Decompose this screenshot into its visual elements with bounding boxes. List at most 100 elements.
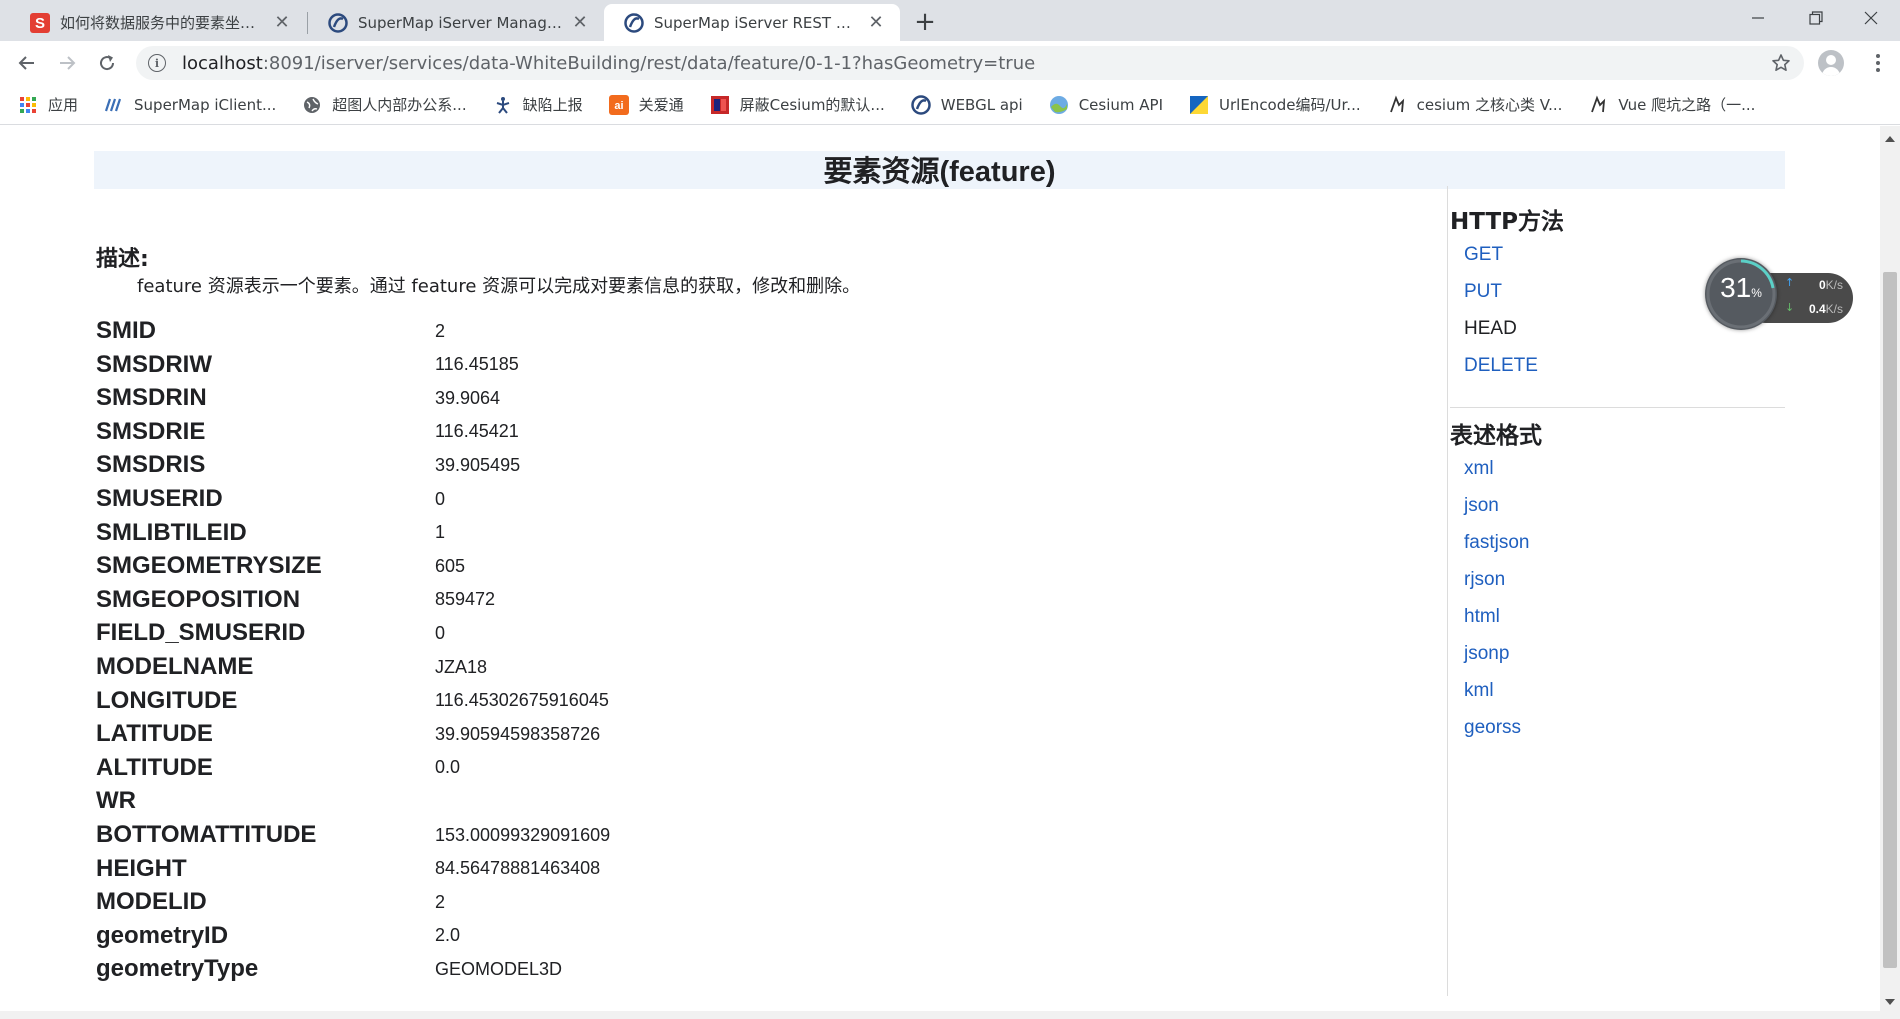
bookmark-urlencode[interactable]: UrlEncode编码/Ur... [1189, 94, 1361, 115]
juejin-icon [1588, 95, 1608, 115]
maximize-button[interactable] [1787, 0, 1845, 36]
field-row: BOTTOMATTITUDE 153.00099329091609 [96, 820, 610, 850]
field-row: ALTITUDE 0.0 [96, 753, 460, 783]
scrollbar-thumb[interactable] [1883, 272, 1897, 968]
field-name: SMSDRIE [96, 417, 206, 445]
supermap-icon [910, 94, 931, 115]
field-value: 0 [435, 622, 446, 643]
field-row: SMID 2 [96, 316, 445, 346]
page-title-banner: 要素资源(feature) [94, 151, 1785, 189]
http-methods-heading: HTTP方法 [1450, 202, 1564, 236]
field-value: 1 [435, 522, 446, 543]
tab-title: SuperMap iServer REST API [654, 13, 858, 32]
profile-avatar-icon[interactable] [1818, 50, 1844, 76]
bookmark-cesium-api[interactable]: Cesium API [1049, 95, 1163, 115]
section-divider [1450, 407, 1785, 408]
close-window-button[interactable] [1842, 0, 1900, 36]
bookmark-webgl-api[interactable]: WEBGL api [910, 94, 1023, 115]
field-name: SMSDRIN [96, 384, 207, 412]
http-method-get-link[interactable]: GET [1464, 244, 1503, 266]
format-kml-link[interactable]: kml [1464, 680, 1494, 702]
field-name: ALTITUDE [96, 753, 213, 781]
network-speed-widget[interactable]: 31% ↑ ↓ 0K/s 0.4K/s [1705, 258, 1853, 330]
bookmark-supermap-iclient[interactable]: SuperMap iClient... [104, 95, 276, 115]
info-icon[interactable]: i [148, 54, 166, 72]
field-value: 116.45302675916045 [435, 690, 609, 711]
upload-value: 0 [1818, 278, 1826, 292]
format-jsonp-link[interactable]: jsonp [1464, 643, 1509, 665]
browser-toolbar: i localhost:8091/iserver/services/data-W… [0, 41, 1900, 85]
reload-button[interactable] [90, 46, 124, 80]
field-name: SMID [96, 317, 156, 344]
field-row: SMGEOMETRYSIZE 605 [96, 551, 465, 581]
bookmark-label: Vue 爬坑之路（一... [1618, 96, 1756, 114]
tab-iserver-rest-api[interactable]: SuperMap iServer REST API ✕ [604, 4, 900, 41]
field-value: 605 [435, 555, 466, 576]
address-bar[interactable]: i localhost:8091/iserver/services/data-W… [136, 46, 1804, 80]
url-text[interactable]: localhost:8091/iserver/services/data-Whi… [182, 53, 1035, 74]
scroll-down-arrow-icon[interactable] [1885, 999, 1895, 1005]
format-georss-link[interactable]: georss [1464, 717, 1521, 739]
globe-icon [302, 95, 322, 115]
supermap-icon [328, 12, 348, 33]
format-json-link[interactable]: json [1464, 495, 1499, 517]
field-name: MODELNAME [96, 653, 254, 680]
bookmark-label: SuperMap iClient... [134, 95, 277, 114]
page-viewport: 要素资源(feature) 描述: feature 资源表示一个要素。通过 fe… [0, 126, 1880, 1011]
back-button[interactable] [10, 46, 44, 80]
field-row: FIELD_SMUSERID 0 [96, 618, 445, 648]
upload-rate: 0K/s [1819, 278, 1843, 292]
new-tab-button[interactable]: + [909, 6, 941, 38]
tab-title: SuperMap iServer Manager [358, 13, 562, 32]
format-rjson-link[interactable]: rjson [1464, 569, 1505, 591]
bookmark-star-icon[interactable] [1770, 52, 1792, 74]
scroll-up-arrow-icon[interactable] [1885, 136, 1895, 142]
http-method-put-link[interactable]: PUT [1464, 281, 1502, 303]
format-xml-link[interactable]: xml [1464, 458, 1494, 480]
urlencode-icon [1189, 95, 1209, 115]
bookmarks-bar: 应用 SuperMap iClient... 超图人内部办公系... 缺陷上报 … [0, 85, 1900, 125]
cesium-icon [1049, 95, 1069, 115]
bookmark-label: 应用 [48, 96, 79, 114]
format-fastjson-link[interactable]: fastjson [1464, 532, 1529, 554]
usage-value: 31 [1720, 272, 1752, 303]
close-icon[interactable]: ✕ [866, 12, 886, 33]
bookmark-bug-report[interactable]: 缺陷上报 [493, 94, 583, 115]
field-value: 116.45185 [435, 354, 519, 375]
bookmark-apps[interactable]: 应用 [18, 94, 78, 115]
close-icon[interactable]: ✕ [570, 12, 590, 33]
field-name: geometryID [96, 921, 229, 949]
http-method-delete-link[interactable]: DELETE [1464, 355, 1538, 377]
bookmark-label: 屏蔽Cesium的默认... [739, 96, 885, 114]
tab-iserver-manager[interactable]: SuperMap iServer Manager ✕ [308, 4, 604, 41]
bookmark-cesium-core[interactable]: cesium 之核心类 V... [1387, 94, 1562, 115]
field-row: geometryType GEOMODEL3D [96, 954, 562, 984]
field-value: 39.90594598358726 [435, 723, 601, 744]
field-value: 2 [435, 320, 446, 341]
field-value: 0 [435, 488, 446, 509]
vertical-scrollbar[interactable] [1880, 126, 1900, 1011]
sidebar-divider [1447, 186, 1448, 996]
tab-csdn-article[interactable]: S 如何将数据服务中的要素坐标转换 ✕ [10, 4, 306, 41]
bookmark-label: 超图人内部办公系... [332, 96, 467, 114]
arrow-right-icon [60, 56, 76, 70]
bookmark-vue[interactable]: Vue 爬坑之路（一... [1588, 94, 1755, 115]
menu-kebab-icon[interactable] [1866, 51, 1890, 75]
bug-icon [493, 95, 513, 115]
format-html-link[interactable]: html [1464, 606, 1500, 628]
field-name: SMLIBTILEID [96, 518, 247, 546]
field-value: GEOMODEL3D [435, 958, 563, 979]
field-value: 116.45421 [435, 421, 519, 442]
field-name: WR [96, 787, 136, 815]
bookmark-office-system[interactable]: 超图人内部办公系... [302, 94, 467, 115]
bookmark-cesium-default[interactable]: 屏蔽Cesium的默认... [710, 94, 885, 115]
tab-title: 如何将数据服务中的要素坐标转换 [60, 14, 264, 32]
horizontal-scroll-track [0, 1011, 1900, 1019]
minimize-button[interactable] [1729, 0, 1787, 36]
bookmark-guanaitong[interactable]: ai 关爱通 [608, 94, 684, 115]
forward-button[interactable] [50, 46, 84, 80]
close-icon[interactable]: ✕ [272, 12, 292, 33]
field-value: 39.9064 [435, 387, 501, 408]
cpu-usage-circle: 31% [1705, 258, 1777, 330]
field-row: SMSDRIS 39.905495 [96, 450, 520, 480]
